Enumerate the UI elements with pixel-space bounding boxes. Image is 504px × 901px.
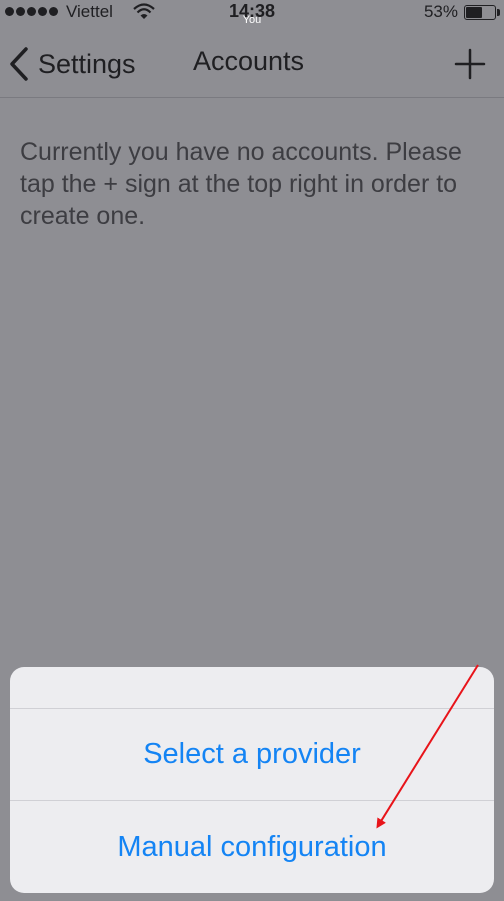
chevron-left-icon (10, 47, 28, 81)
plus-icon[interactable] (452, 46, 488, 82)
page-title: Accounts (193, 46, 305, 76)
navigation-bar: Settings Accounts (0, 26, 504, 98)
select-provider-button[interactable]: Select a provider (10, 709, 494, 801)
battery-percent: 53% (423, 2, 458, 21)
battery-cap (497, 9, 500, 16)
back-button-label: Settings (38, 48, 136, 79)
action-sheet: Select a provider Manual configuration (10, 667, 494, 893)
battery-icon (464, 5, 496, 20)
empty-accounts-message: Currently you have no accounts. Please t… (20, 138, 462, 230)
back-button[interactable]: Settings (8, 44, 136, 84)
action-sheet-header (10, 667, 494, 709)
status-bar: Viettel 14:38 You 53% (0, 0, 504, 26)
manual-configuration-button[interactable]: Manual configuration (10, 801, 494, 893)
